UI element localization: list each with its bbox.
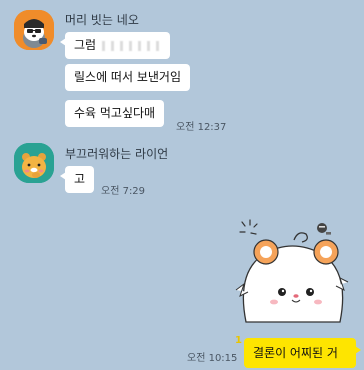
my-message-bubble[interactable]: 결론이 어찌된 거	[244, 338, 361, 368]
message-time: 오전 10:15	[187, 353, 238, 364]
message-text: 결론이 어찌된 거	[253, 346, 338, 360]
message-time: 오전 12:37	[176, 122, 227, 133]
message-bubble[interactable]: 릴스에 떠서 보낸거임	[65, 64, 190, 91]
message-text: 수육 먹고싶다매	[74, 106, 156, 120]
message-text: 고	[74, 172, 86, 186]
sender-name: 머리 빗는 네오	[65, 13, 139, 27]
blurred-text	[102, 40, 163, 51]
unread-count: 1	[235, 335, 242, 346]
message-text: 그럼	[74, 38, 97, 52]
chat-room: 머리 빗는 네오 그럼 릴스에 떠서 보낸거임 수육 먹고싶다매 오전 12:3…	[0, 0, 364, 370]
neo-avatar-icon[interactable]	[14, 10, 54, 50]
ryan-avatar-icon[interactable]	[14, 143, 54, 183]
message-time: 오전 7:29	[101, 186, 146, 197]
message-text: 릴스에 떠서 보낸거임	[74, 70, 181, 84]
hamster-sticker-icon[interactable]	[230, 212, 354, 328]
message-bubble[interactable]: 고	[59, 166, 95, 193]
message-bubble[interactable]: 수육 먹고싶다매	[65, 100, 165, 127]
sender-name: 부끄러워하는 라이언	[65, 147, 169, 161]
message-bubble[interactable]: 그럼	[60, 32, 170, 59]
